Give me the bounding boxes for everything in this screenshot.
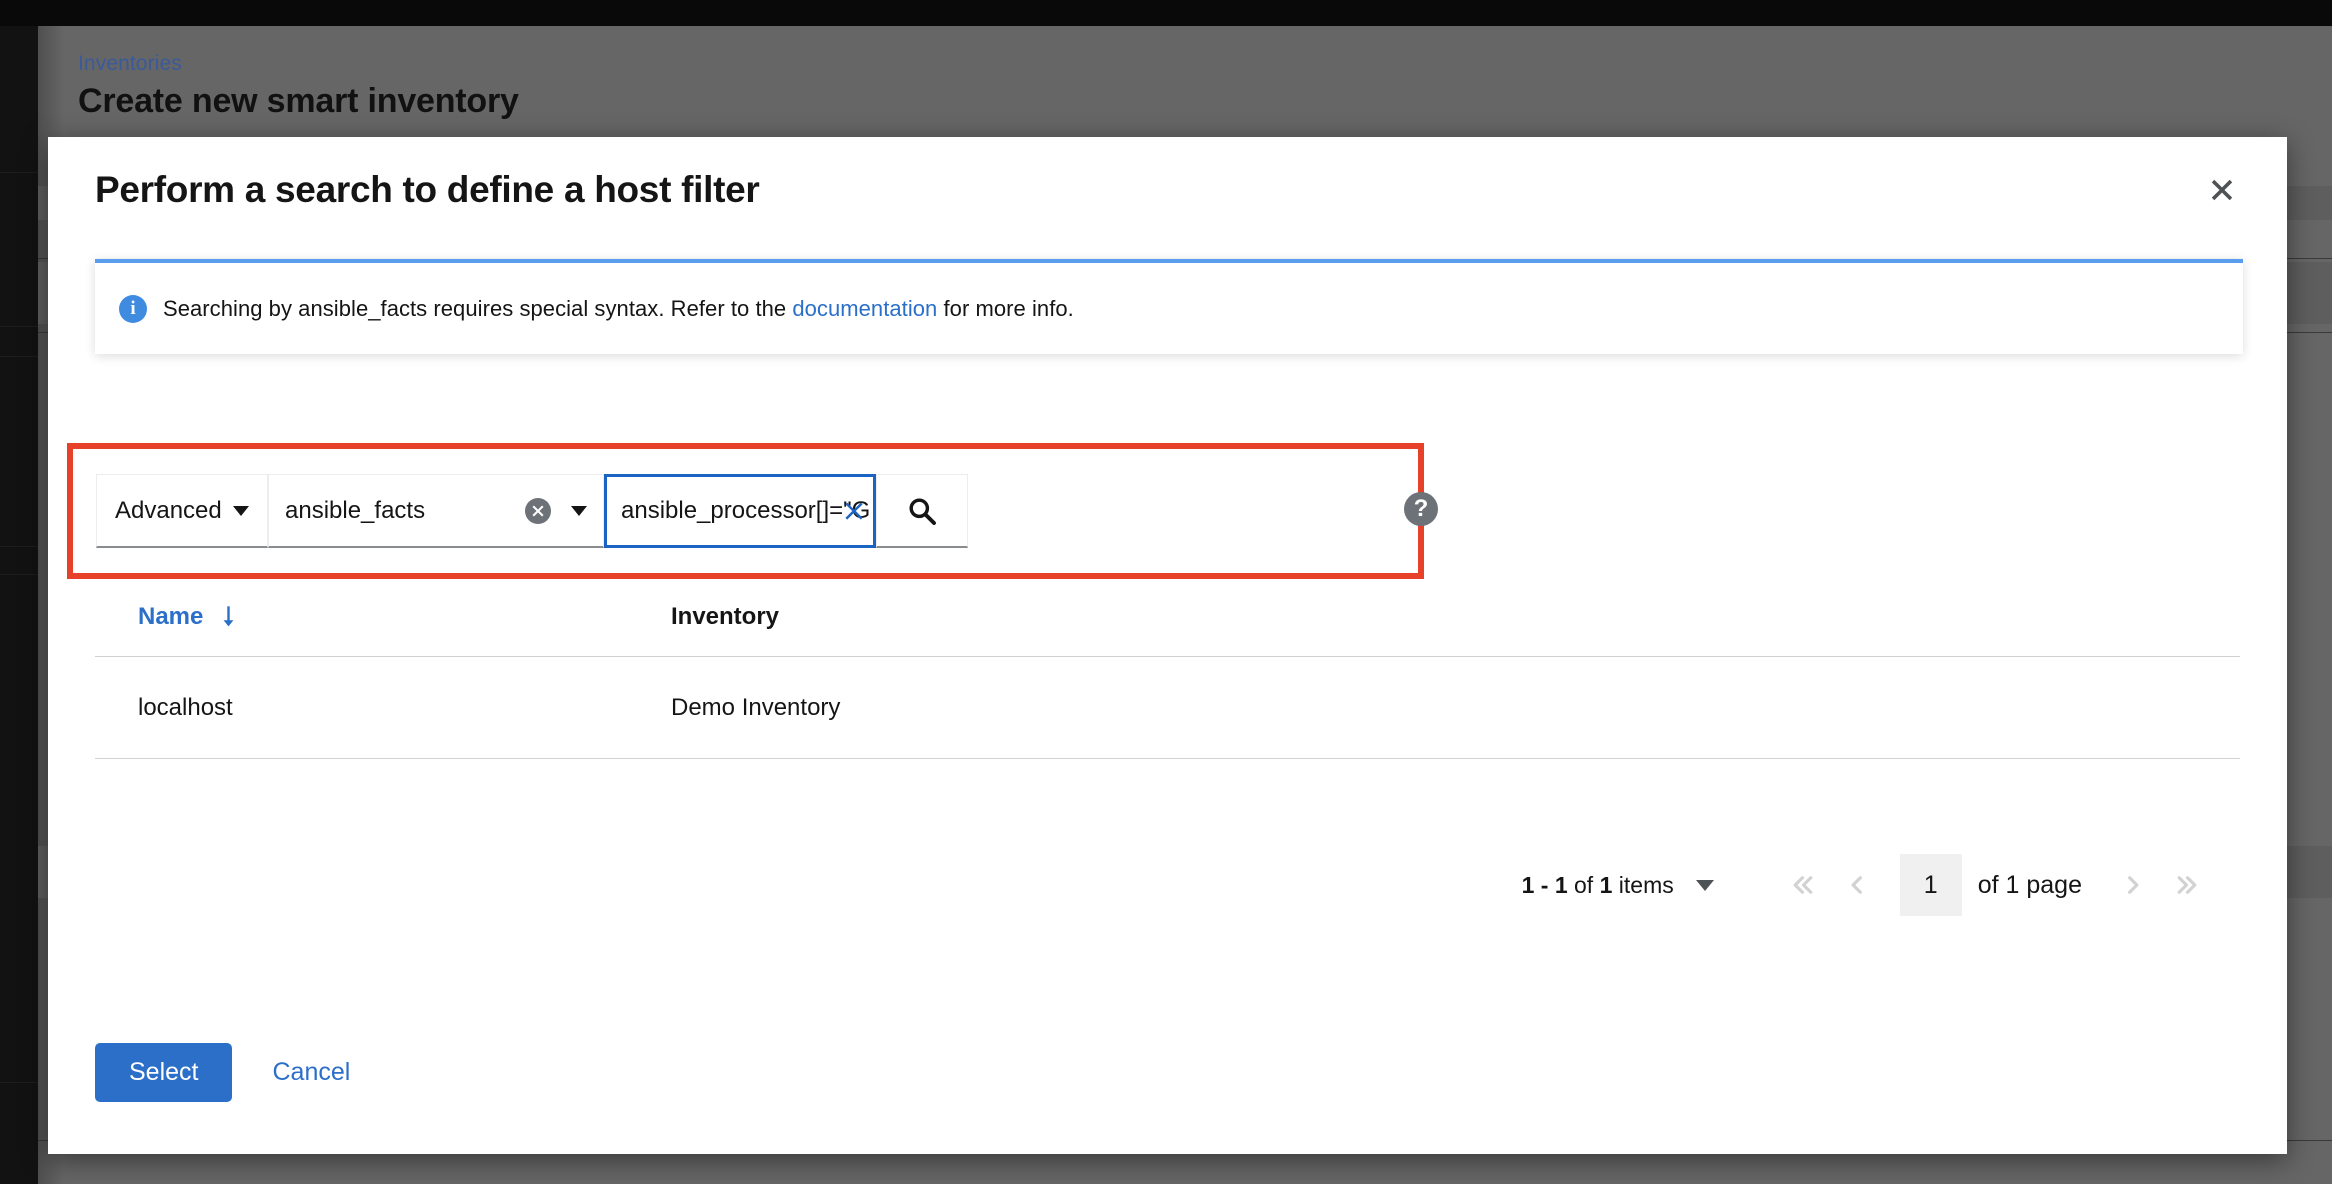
search-icon: [907, 496, 937, 526]
pagination-range: 1 - 1: [1522, 872, 1568, 898]
pagination-items-suffix: items: [1612, 872, 1673, 898]
select-button[interactable]: Select: [95, 1043, 232, 1102]
documentation-link[interactable]: documentation: [792, 296, 937, 321]
times-icon[interactable]: [841, 498, 867, 524]
hosts-table: Name Inventory localhost Demo Inventory: [95, 577, 2240, 759]
search-button[interactable]: [876, 474, 968, 548]
search-toolbar: Advanced ansible_facts ansible_processor…: [96, 474, 968, 548]
info-alert-text-after: for more info.: [937, 296, 1073, 321]
pagination-summary: 1 - 1 of 1 items: [1522, 872, 1674, 899]
app-sidebar: [0, 26, 38, 1184]
search-value-input[interactable]: ansible_processor[]="G: [604, 474, 876, 548]
angle-double-right-icon[interactable]: [2160, 858, 2214, 912]
clear-circle-icon[interactable]: [525, 498, 551, 524]
pagination: 1 - 1 of 1 items of 1 page: [95, 837, 2240, 933]
per-page-chevron-down-icon[interactable]: [1696, 880, 1714, 891]
pagination-total: 1: [1600, 872, 1613, 898]
angle-right-icon[interactable]: [2106, 858, 2160, 912]
modal-title: Perform a search to define a host filter: [95, 169, 759, 211]
table-header-row: Name Inventory: [95, 577, 2240, 657]
chevron-down-icon: [233, 506, 249, 516]
cell-host-name[interactable]: localhost: [95, 694, 671, 722]
breadcrumb[interactable]: Inventories: [78, 52, 182, 76]
app-top-bar: [0, 0, 2332, 26]
close-icon[interactable]: [2199, 167, 2245, 213]
column-header-inventory-label: Inventory: [671, 603, 779, 631]
search-key-chevron-down-icon[interactable]: [571, 506, 587, 516]
search-type-dropdown[interactable]: Advanced: [96, 474, 268, 548]
search-key-value: ansible_facts: [285, 497, 525, 525]
cell-inventory-name: Demo Inventory: [671, 694, 840, 722]
pagination-nav-left: [1776, 858, 1884, 912]
angle-left-icon[interactable]: [1830, 858, 1884, 912]
info-alert-text: Searching by ansible_facts requires spec…: [163, 296, 1074, 322]
angle-double-left-icon[interactable]: [1776, 858, 1830, 912]
modal-header: Perform a search to define a host filter: [48, 137, 2287, 259]
host-filter-modal: Perform a search to define a host filter…: [48, 137, 2287, 1154]
sort-down-arrow-icon[interactable]: [221, 605, 236, 629]
page-title: Create new smart inventory: [78, 82, 519, 121]
search-key-typeahead[interactable]: ansible_facts: [268, 474, 604, 548]
info-icon-glyph: i: [130, 298, 135, 320]
search-type-value: Advanced: [115, 497, 222, 525]
pagination-nav-right: [2106, 858, 2214, 912]
modal-footer: Select Cancel: [95, 1043, 356, 1102]
pagination-of-page-label: of 1 page: [1978, 871, 2082, 900]
cancel-button[interactable]: Cancel: [266, 1048, 356, 1097]
column-header-inventory: Inventory: [671, 603, 779, 631]
column-header-name-label: Name: [138, 603, 203, 631]
info-alert: i Searching by ansible_facts requires sp…: [95, 259, 2243, 354]
info-circle-icon: i: [119, 295, 147, 323]
help-icon-glyph: ?: [1414, 495, 1429, 523]
question-circle-icon[interactable]: ?: [1404, 492, 1438, 526]
info-alert-text-before: Searching by ansible_facts requires spec…: [163, 296, 792, 321]
pagination-of: of: [1568, 872, 1600, 898]
search-value-text: ansible_processor[]="G: [621, 497, 870, 525]
page-number-input[interactable]: [1900, 854, 1962, 916]
table-row[interactable]: localhost Demo Inventory: [95, 657, 2240, 759]
column-header-name[interactable]: Name: [95, 603, 671, 631]
